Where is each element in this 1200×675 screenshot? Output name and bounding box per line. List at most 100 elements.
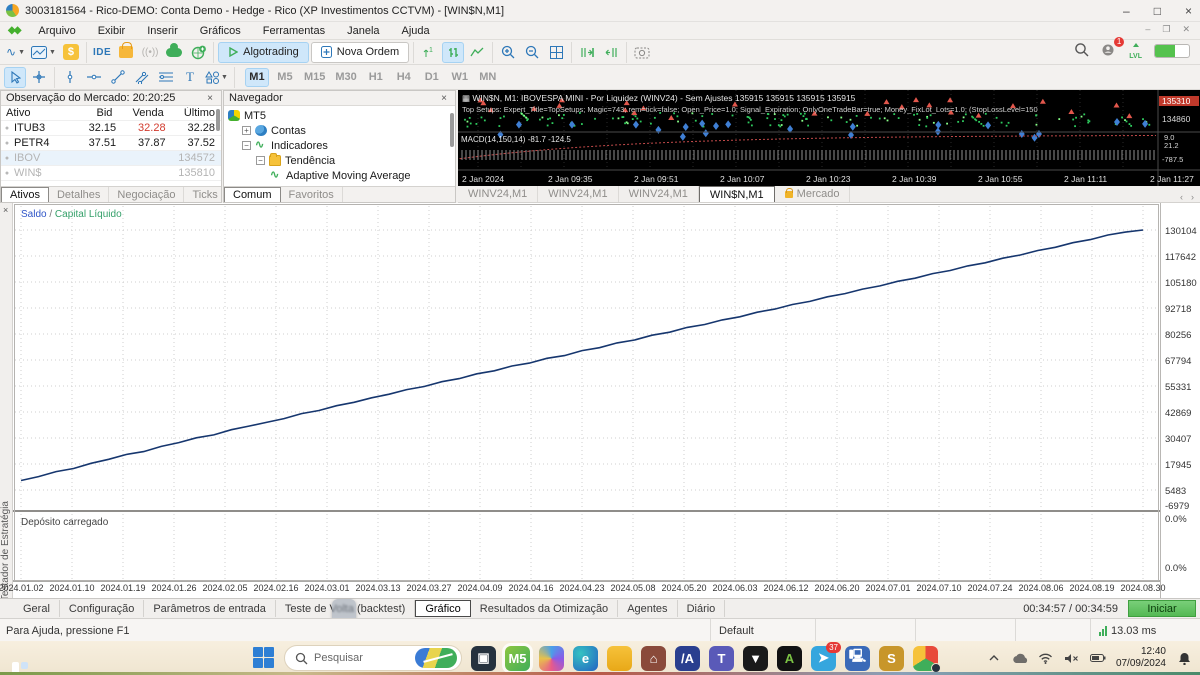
navigator-close-icon[interactable]: ×	[438, 93, 450, 104]
menu-ajuda[interactable]: Ajuda	[391, 22, 441, 39]
tester-tab-di-rio[interactable]: Diário	[678, 600, 726, 617]
tester-tab-gr-fico[interactable]: Gráfico	[415, 600, 471, 617]
timeframe-d1[interactable]: D1	[420, 68, 444, 87]
battery-icon[interactable]	[1089, 650, 1106, 666]
navigator-scrollbar[interactable]	[450, 113, 454, 147]
search-highlight-image[interactable]	[415, 648, 457, 668]
copilot-icon[interactable]	[539, 645, 564, 671]
metatrader5-icon[interactable]: M5	[505, 645, 530, 671]
menu-gráficos[interactable]: Gráficos	[189, 22, 252, 39]
tester-tab-resultados-da-otimiza-o[interactable]: Resultados da Otimização	[471, 600, 619, 617]
store-icon[interactable]: ⌂	[641, 645, 666, 671]
search-icon[interactable]	[1074, 42, 1089, 60]
wifi-icon[interactable]	[1038, 650, 1054, 666]
algotrading-button[interactable]: Algotrading	[218, 41, 309, 63]
tester-tab-geral[interactable]: Geral	[14, 600, 60, 617]
chart-tab-arrows[interactable]: ‹ ›	[1180, 192, 1200, 202]
mw-tab-ticks[interactable]: Ticks	[184, 187, 227, 202]
tree-item-adaptive-moving-average[interactable]: ∿ Adaptive Moving Average	[224, 168, 455, 183]
tree-item-indicadores[interactable]: − ∿ Indicadores	[224, 138, 455, 153]
line-chart-icon[interactable]	[466, 42, 488, 63]
zoom-in-icon[interactable]	[497, 42, 519, 63]
deposit-button[interactable]: $	[60, 42, 82, 63]
menu-exibir[interactable]: Exibir	[87, 22, 137, 39]
mw-tab-negocia-o[interactable]: Negociação	[109, 187, 185, 202]
ide-button[interactable]: IDE	[91, 42, 113, 63]
shift-chart-icon[interactable]	[600, 42, 622, 63]
designer-app-icon[interactable]: A	[777, 645, 802, 671]
telegram-icon[interactable]: ➤ 37	[811, 641, 841, 671]
arrow-icon[interactable]: ›	[1191, 192, 1194, 202]
signals-icon[interactable]: ((•))	[139, 42, 161, 63]
taskview-app-icon[interactable]: ▣	[471, 645, 496, 671]
minimize-button[interactable]: –	[1123, 4, 1130, 18]
maximize-button[interactable]: □	[1154, 4, 1161, 18]
tree-item-tend-ncia[interactable]: − Tendência	[224, 153, 455, 168]
start-button[interactable]: Iniciar	[1128, 600, 1196, 617]
vertical-line-tool-icon[interactable]	[59, 67, 81, 88]
timeframe-m5[interactable]: M5	[273, 68, 297, 87]
chart-tab-winv24-m1[interactable]: WINV24,M1	[538, 186, 619, 202]
metaeditor-icon[interactable]: /A	[675, 645, 700, 671]
chart-tab-winv24-m1[interactable]: WINV24,M1	[619, 186, 699, 202]
horizontal-line-tool-icon[interactable]	[83, 67, 105, 88]
pc-settings-icon[interactable]: 🖳	[845, 645, 870, 671]
cursor-tool-icon[interactable]	[4, 66, 26, 88]
mw-tab-detalhes[interactable]: Detalhes	[49, 187, 110, 202]
crosshair-tool-icon[interactable]	[28, 67, 50, 88]
market-watch-scrollbar[interactable]	[216, 109, 220, 131]
timeframe-w1[interactable]: W1	[448, 68, 472, 87]
zoom-out-icon[interactable]	[521, 42, 543, 63]
close-button[interactable]: ×	[1185, 4, 1192, 18]
teams-icon[interactable]: T	[709, 645, 734, 671]
tree-expander-icon[interactable]: −	[242, 141, 251, 150]
market-watch-close-icon[interactable]: ×	[204, 93, 216, 104]
tree-expander-icon[interactable]: +	[242, 126, 251, 135]
menu-janela[interactable]: Janela	[336, 22, 390, 39]
mw-tab-ativos[interactable]: Ativos	[1, 187, 49, 202]
onedrive-icon[interactable]	[1012, 650, 1028, 666]
chart-tab-mercado[interactable]: Mercado	[775, 186, 851, 202]
mdi-window-controls[interactable]: – ❐ ✕	[1145, 24, 1190, 35]
shift-end-icon[interactable]	[576, 42, 598, 63]
menu-arquivo[interactable]: Arquivo	[27, 22, 86, 39]
market-bag-icon[interactable]	[115, 42, 137, 63]
fibonacci-tool-icon[interactable]	[155, 67, 177, 88]
market-watch-row[interactable]: ● IBOV 134572	[1, 151, 221, 166]
lvl-icon[interactable]: LVL	[1129, 42, 1142, 60]
chart-tab-win-n-m1[interactable]: WIN$N,M1	[698, 186, 775, 202]
timeframe-m15[interactable]: M15	[301, 68, 328, 87]
channel-tool-icon[interactable]	[131, 67, 153, 88]
screenshot-icon[interactable]	[631, 42, 653, 63]
nav-tab-comum[interactable]: Comum	[224, 187, 281, 202]
text-tool-icon[interactable]: T	[179, 67, 201, 88]
notification-bell-icon[interactable]	[1176, 650, 1192, 666]
menu-ferramentas[interactable]: Ferramentas	[252, 22, 336, 39]
tester-close-icon[interactable]: ×	[3, 205, 8, 215]
nav-tab-favoritos[interactable]: Favoritos	[281, 187, 343, 202]
timeframe-m1[interactable]: M1	[244, 67, 269, 87]
cloud-icon[interactable]	[163, 42, 185, 63]
edge-icon[interactable]: e	[573, 645, 598, 671]
chart-type-button[interactable]: ∿ ▼	[4, 42, 27, 63]
shapes-tool-icon[interactable]: ▼	[203, 67, 230, 88]
start-button[interactable]	[253, 647, 275, 669]
bars-icon[interactable]	[442, 41, 465, 63]
menu-inserir[interactable]: Inserir	[136, 22, 189, 39]
explorer-icon[interactable]	[607, 645, 632, 671]
market-watch-row[interactable]: ● PETR4 37.51 37.87 37.52	[1, 136, 221, 151]
tray-chevron-icon[interactable]	[986, 650, 1002, 666]
timeframe-m30[interactable]: M30	[332, 68, 359, 87]
new-order-button[interactable]: Nova Ordem	[310, 41, 410, 63]
tree-item-contas[interactable]: + Contas	[224, 123, 455, 138]
timeframe-mn[interactable]: MN	[476, 68, 500, 87]
chart-tab-winv24-m1[interactable]: WINV24,M1	[458, 186, 539, 202]
tree-item-mt-[interactable]: MT5	[224, 108, 455, 123]
office-s-icon[interactable]: S	[879, 645, 904, 671]
profile-button[interactable]: ▼	[29, 42, 58, 63]
volume-muted-icon[interactable]	[1064, 650, 1080, 666]
black-app-icon[interactable]: ▼	[743, 645, 768, 671]
trendline-tool-icon[interactable]	[107, 67, 129, 88]
arrow-icon[interactable]: ‹	[1180, 192, 1183, 202]
tree-expander-icon[interactable]: −	[256, 156, 265, 165]
